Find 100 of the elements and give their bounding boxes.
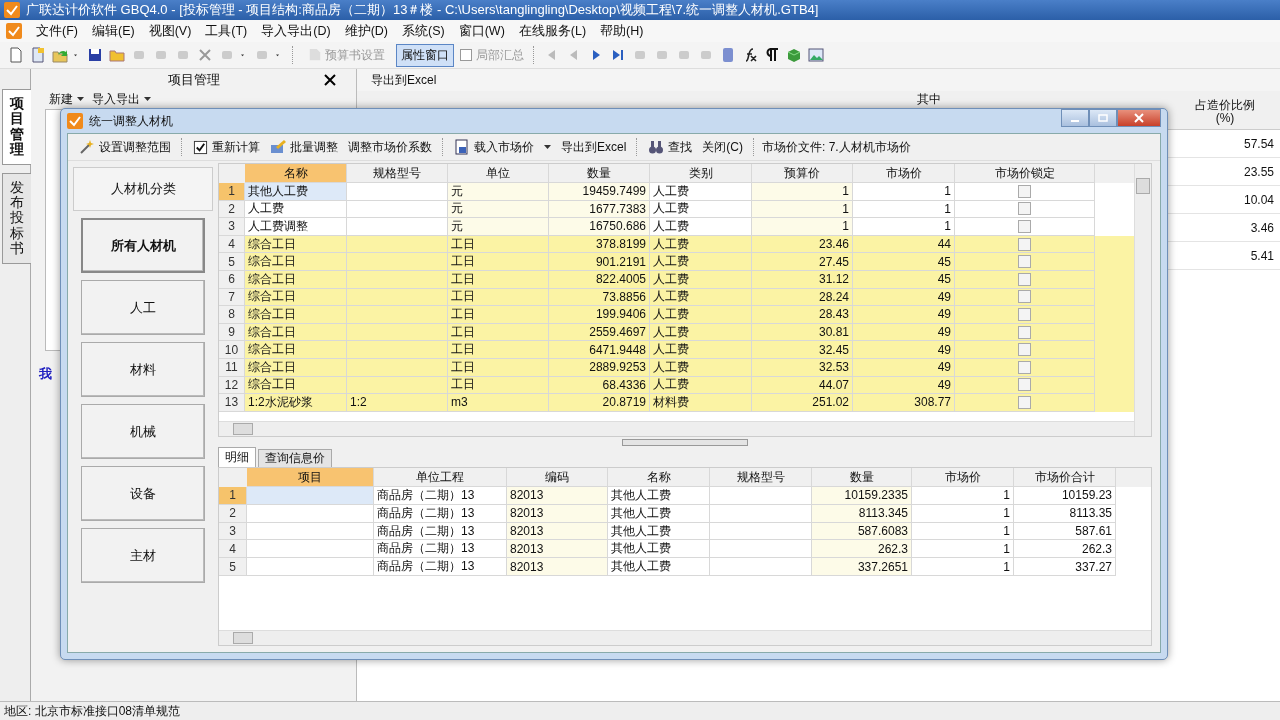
column-header[interactable]: 编码 — [507, 468, 608, 487]
table-row[interactable]: 5 综合工日 工日 901.2191 人工费 27.45 45 — [219, 253, 1134, 271]
image-icon[interactable] — [808, 47, 824, 63]
table-row[interactable]: 10 综合工日 工日 6471.9448 人工费 32.45 49 — [219, 341, 1134, 359]
column-header[interactable]: 市场价合计 — [1014, 468, 1116, 487]
lock-checkbox[interactable] — [1018, 360, 1031, 374]
column-header[interactable]: 预算价 — [752, 164, 853, 183]
column-header[interactable]: 市场价 — [853, 164, 955, 183]
menu-item[interactable]: 系统(S) — [402, 22, 445, 40]
app-menu-icon[interactable] — [6, 23, 22, 39]
menu-item[interactable]: 编辑(E) — [91, 22, 135, 40]
toolbar-button[interactable]: 重新计算 — [190, 136, 263, 158]
caret-icon[interactable] — [144, 97, 151, 101]
toolbar-button[interactable]: 调整市场价系数 — [345, 136, 435, 158]
side-tab[interactable]: 发布投标书 — [2, 172, 31, 264]
paragraph-icon[interactable] — [764, 47, 780, 63]
toolbar-button[interactable]: 导出到Excel — [558, 136, 630, 158]
toolbar-button[interactable]: 属性窗口 — [396, 43, 454, 67]
table-row[interactable]: 8 综合工日 工日 199.9406 人工费 28.43 49 — [219, 306, 1134, 324]
table-row[interactable]: 6 综合工日 工日 822.4005 人工费 31.12 45 — [219, 270, 1134, 289]
close-button[interactable] — [1117, 109, 1161, 127]
column-header[interactable]: 规格型号 — [347, 164, 448, 183]
column-header[interactable]: 单位 — [448, 164, 549, 183]
menu-item[interactable]: 维护(D) — [344, 22, 388, 40]
export-button[interactable]: 导出到Excel — [371, 71, 437, 89]
splitter-handle[interactable] — [622, 438, 748, 446]
open-file-icon[interactable] — [30, 47, 46, 63]
menu-item[interactable]: 帮助(H) — [600, 22, 644, 40]
column-header[interactable]: 市场价 — [912, 468, 1014, 487]
category-button[interactable]: 机械 — [81, 404, 205, 459]
toolbar-button[interactable]: 设置调整范围 — [76, 136, 174, 158]
table-row[interactable]: 3 人工费调整 元 16750.686 人工费 1 1 — [219, 218, 1134, 236]
lock-checkbox[interactable] — [1018, 378, 1031, 392]
category-button[interactable]: 设备 — [81, 466, 205, 521]
cube-icon[interactable] — [786, 47, 802, 63]
minimize-button[interactable] — [1061, 109, 1089, 127]
dropdown-button[interactable]: 导入导出 — [92, 90, 140, 108]
toolbar-button[interactable]: 关闭(C) — [699, 136, 746, 158]
lock-checkbox[interactable] — [1018, 343, 1031, 357]
lock-checkbox[interactable] — [1018, 184, 1031, 198]
lock-checkbox[interactable] — [1018, 272, 1031, 286]
menu-item[interactable]: 视图(V) — [148, 22, 192, 40]
menu-item[interactable]: 导入导出(D) — [261, 22, 331, 40]
column-header[interactable]: 单位工程 — [374, 468, 507, 487]
lock-checkbox[interactable] — [1018, 325, 1031, 339]
horizontal-scrollbar[interactable] — [219, 421, 1134, 436]
column-header[interactable]: 规格型号 — [710, 468, 812, 487]
lock-checkbox[interactable] — [1018, 237, 1031, 251]
table-row[interactable]: 9 综合工日 工日 2559.4697 人工费 30.81 49 — [219, 323, 1134, 342]
last-icon[interactable] — [610, 47, 626, 63]
table-row[interactable]: 11 综合工日 工日 2889.9253 人工费 32.53 49 — [219, 358, 1134, 377]
column-header[interactable]: 名称 — [608, 468, 710, 487]
table-row[interactable]: 7 综合工日 工日 73.8856 人工费 28.24 49 — [219, 288, 1134, 307]
column-header[interactable]: 类别 — [650, 164, 752, 183]
menu-item[interactable]: 窗口(W) — [458, 22, 505, 40]
table-row[interactable]: 4 综合工日 工日 378.8199 人工费 23.46 44 — [219, 235, 1134, 254]
category-button[interactable]: 材料 — [81, 342, 205, 397]
table-cell: 工日 — [448, 253, 549, 271]
column-header[interactable]: 市场价锁定 — [955, 164, 1095, 183]
toolbar-button[interactable]: 载入市场价 — [451, 136, 554, 158]
new-document-icon[interactable] — [8, 47, 24, 63]
dropdown-button[interactable]: 新建 — [49, 90, 73, 108]
toolbar-button[interactable]: 查找 — [645, 136, 696, 158]
column-header[interactable]: 数量 — [549, 164, 650, 183]
column-header[interactable]: 项目 — [247, 468, 374, 487]
table-cell: 1:2 — [347, 394, 448, 412]
database-icon[interactable] — [720, 47, 736, 63]
table-row[interactable]: 2 人工费 元 1677.7383 人工费 1 1 — [219, 200, 1134, 219]
column-header[interactable]: 数量 — [812, 468, 912, 487]
menu-item[interactable]: 工具(T) — [205, 22, 248, 40]
folder-icon[interactable] — [109, 47, 125, 63]
tab[interactable]: 查询信息价 — [258, 449, 332, 467]
menu-item[interactable]: 文件(F) — [36, 22, 78, 40]
lock-checkbox[interactable] — [1018, 255, 1031, 269]
side-tab[interactable]: 项目管理 — [2, 89, 31, 165]
category-button[interactable]: 所有人材机 — [81, 218, 205, 273]
vertical-scrollbar[interactable] — [1134, 164, 1151, 436]
category-button[interactable]: 主材 — [81, 528, 205, 583]
table-row[interactable]: 13 1:2水泥砂浆 1:2 m3 20.8719 材料费 251.02 308.77 — [219, 394, 1134, 412]
lock-checkbox[interactable] — [1018, 202, 1031, 216]
delete-icon[interactable] — [197, 47, 213, 63]
close-icon[interactable] — [324, 74, 336, 86]
category-button[interactable]: 人工 — [81, 280, 205, 335]
tab[interactable]: 明细 — [218, 447, 256, 467]
menu-item[interactable]: 在线服务(L) — [518, 22, 587, 40]
tree-label[interactable]: 我 — [39, 366, 52, 381]
caret-icon[interactable] — [77, 97, 84, 101]
save-icon[interactable] — [87, 47, 103, 63]
lock-checkbox[interactable] — [1018, 290, 1031, 304]
column-header[interactable]: 名称 — [245, 164, 347, 183]
dialog-title: 统一调整人材机 — [89, 112, 173, 130]
lock-checkbox[interactable] — [1018, 395, 1031, 409]
horizontal-scrollbar[interactable] — [219, 630, 1151, 645]
table-row[interactable]: 1 其他人工费 元 19459.7499 人工费 1 1 — [219, 183, 1134, 201]
maximize-button[interactable] — [1089, 109, 1117, 127]
lock-checkbox[interactable] — [1018, 220, 1031, 233]
table-row[interactable]: 12 综合工日 工日 68.4336 人工费 44.07 49 — [219, 376, 1134, 395]
binoculars-icon — [648, 139, 665, 155]
lock-checkbox[interactable] — [1018, 307, 1031, 321]
toolbar-button[interactable]: 批量调整 — [267, 136, 341, 158]
